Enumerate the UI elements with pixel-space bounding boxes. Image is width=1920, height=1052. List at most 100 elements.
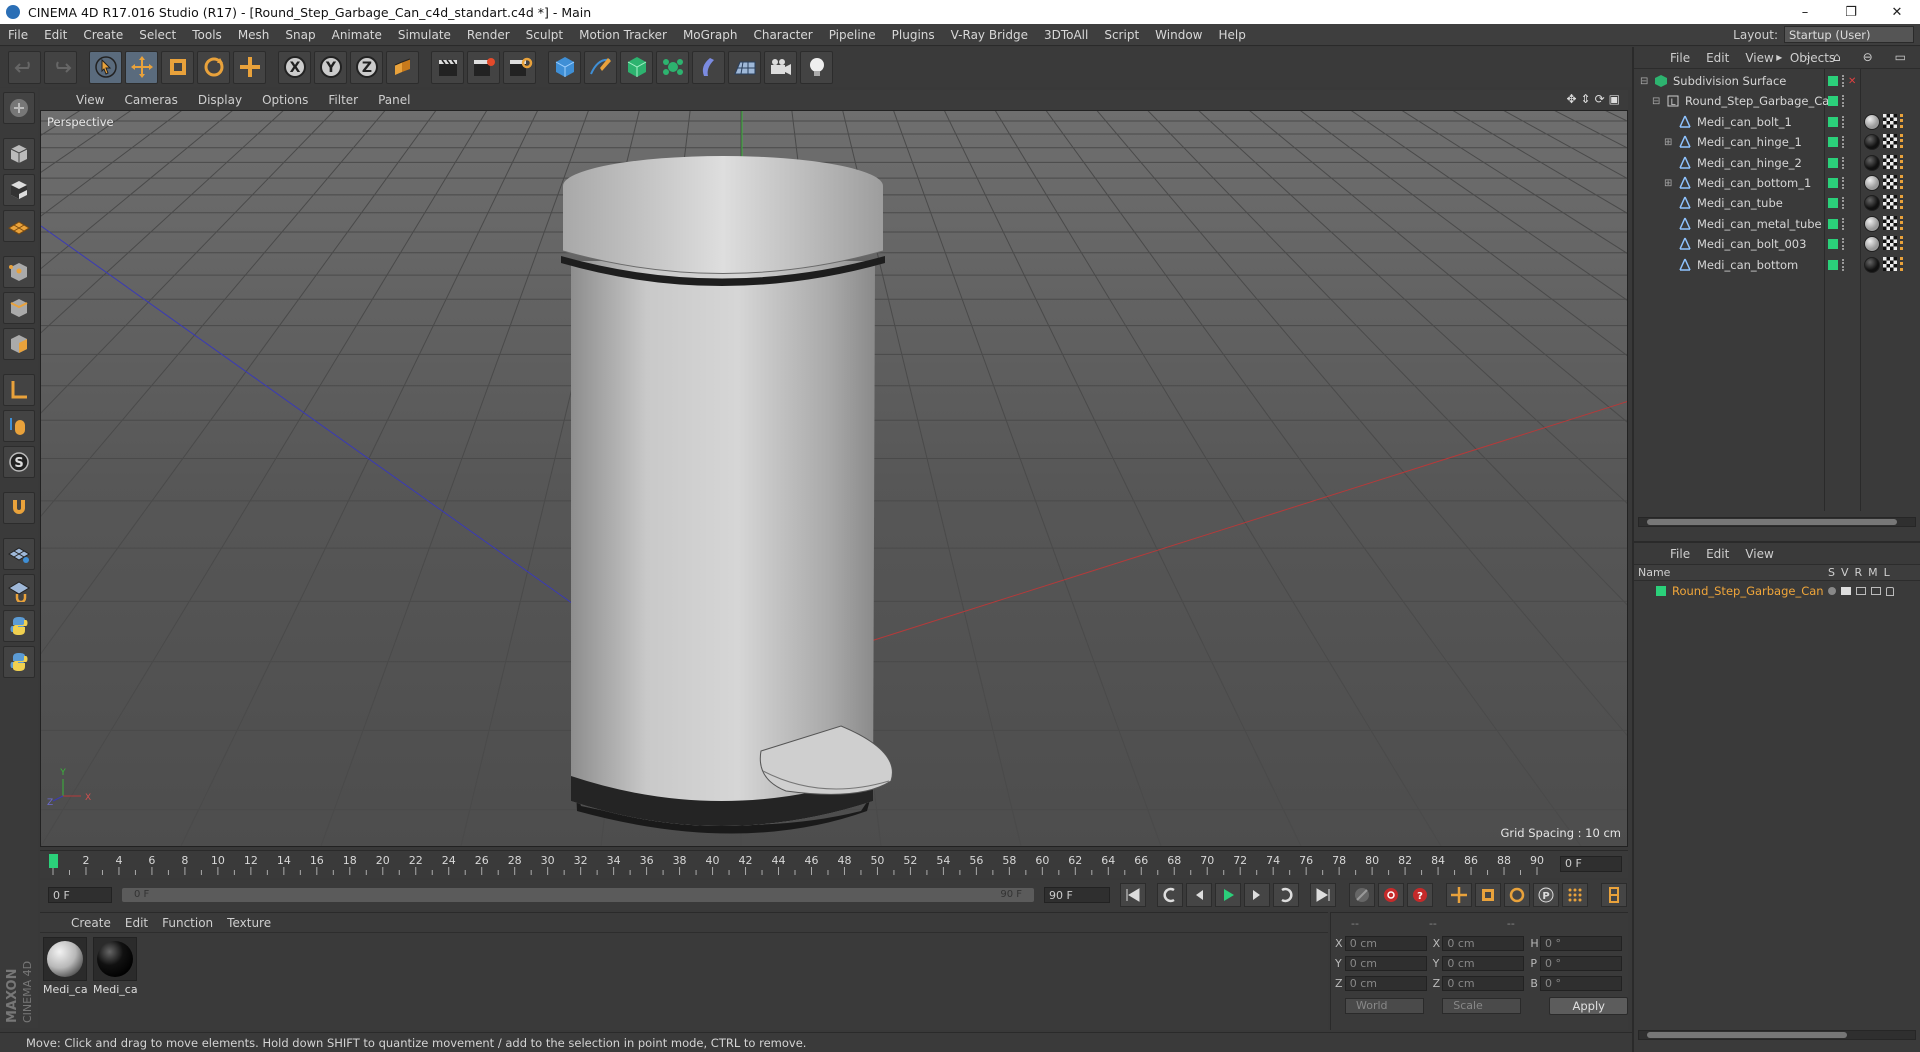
menu-help[interactable]: Help [1210,28,1253,42]
add-array-button[interactable] [656,50,689,84]
material-menu-create[interactable]: Create [64,916,118,930]
viewport-menu-view[interactable]: View [66,93,114,107]
menu-mograph[interactable]: MoGraph [675,28,746,42]
layer-color-tag[interactable] [1828,178,1838,188]
object-row[interactable]: Medi_can_tube [1634,193,1920,213]
object-row[interactable]: Medi_can_hinge_2 [1634,153,1920,173]
lock-icon[interactable] [1886,586,1894,596]
layer-color-tag[interactable] [1828,198,1838,209]
om-menu-file[interactable]: File [1662,51,1698,65]
frame-range-slider[interactable]: 0 F 90 F [122,888,1034,902]
dolly-view-icon[interactable]: ⇕ [1581,92,1591,106]
make-editable-button[interactable] [3,92,35,124]
record-button[interactable] [1378,883,1404,907]
maximize-button[interactable]: ❐ [1828,0,1874,24]
size-y-field[interactable]: 0 cm [1442,955,1525,971]
texture-tag-icon[interactable] [1883,215,1897,230]
key-pla-button[interactable] [1562,883,1588,907]
minimize-button[interactable]: – [1782,0,1828,24]
undo-button[interactable] [8,50,41,84]
render-view-button[interactable] [431,50,464,84]
coordinate-mode-dropdown[interactable]: World [1345,998,1425,1014]
menu-render[interactable]: Render [459,28,518,42]
live-selection-button[interactable] [89,50,122,84]
layer-row[interactable]: Round_Step_Garbage_Can [1634,581,1920,601]
expand-icon[interactable]: ⊞ [1664,137,1672,148]
uvw-tag-icon[interactable] [1900,154,1906,169]
menu-vray-bridge[interactable]: V-Ray Bridge [943,28,1036,42]
material-menu-texture[interactable]: Texture [220,916,278,930]
home-icon[interactable]: ⌂ [1825,50,1849,65]
add-spline-button[interactable] [584,50,617,84]
search-icon[interactable]: ⌕ [1796,50,1819,65]
key-parameter-button[interactable]: P [1533,883,1559,907]
menu-character[interactable]: Character [745,28,820,42]
material-tag-icon[interactable] [1864,195,1880,212]
visibility-dots-icon[interactable] [1842,95,1846,108]
layer-color-tag[interactable] [1828,76,1838,86]
object-row[interactable]: ⊟ Subdivision Surface ✕ [1634,71,1920,91]
material-tag-icon[interactable] [1864,215,1880,232]
lm-menu-view[interactable]: View [1737,547,1781,561]
play-forward-button[interactable] [1215,883,1241,907]
uvw-tag-icon[interactable] [1900,215,1906,230]
menu-animate[interactable]: Animate [324,28,390,42]
menu-mesh[interactable]: Mesh [230,28,278,42]
position-z-field[interactable]: 0 cm [1344,975,1427,991]
filter-icon[interactable]: ⊖ [1855,50,1881,65]
material-tag-icon[interactable] [1864,175,1880,191]
tweak-mode-button[interactable] [3,410,35,442]
uvw-tag-icon[interactable] [1900,236,1906,251]
rotation-p-field[interactable]: 0 ° [1540,955,1622,971]
maximize-view-icon[interactable]: ▣ [1609,92,1620,106]
visibility-dots-icon[interactable] [1842,136,1846,149]
python-script-button-2[interactable] [3,646,35,678]
solo-toggle-icon[interactable] [1828,587,1836,595]
texture-tag-icon[interactable] [1883,113,1897,128]
redo-button[interactable] [44,50,77,84]
layer-manager-scrollbar[interactable] [1638,1030,1916,1040]
go-to-start-button[interactable] [1120,883,1146,907]
model-mode-button[interactable] [3,138,35,170]
layer-color-tag[interactable] [1828,218,1838,229]
uvw-tag-icon[interactable] [1900,134,1906,149]
layout-dropdown[interactable]: Startup (User) [1784,26,1914,43]
texture-tag-icon[interactable] [1883,256,1897,271]
object-row[interactable]: ⊟ L Round_Step_Garbage_Can [1634,91,1920,111]
viewport-menu-panel[interactable]: Panel [368,93,420,107]
disabled-x-icon[interactable]: ✕ [1848,76,1856,87]
layer-color-tag[interactable] [1828,239,1838,250]
material-tag-icon[interactable] [1864,256,1880,273]
add-deformer-button[interactable] [692,50,725,84]
x-axis-lock-button[interactable]: X [278,50,311,84]
add-camera-button[interactable] [764,50,797,84]
points-mode-button[interactable] [3,256,35,288]
material-tag-icon[interactable] [1864,154,1880,171]
render-settings-button[interactable] [503,50,536,84]
menu-create[interactable]: Create [75,28,131,42]
move-tool-button[interactable] [125,50,158,84]
menu-select[interactable]: Select [131,28,184,42]
scale-tool-button[interactable] [161,50,194,84]
visibility-dots-icon[interactable] [1842,217,1846,230]
previous-frame-button[interactable] [1186,883,1212,907]
menu-snap[interactable]: Snap [277,28,323,42]
start-frame-field[interactable]: 0 F [48,887,112,903]
texture-mode-button[interactable] [3,174,35,206]
layer-color-tag[interactable] [1828,96,1838,107]
menu-motion-tracker[interactable]: Motion Tracker [571,28,675,42]
end-frame-field[interactable]: 90 F [1044,887,1110,903]
viewport-menu-filter[interactable]: Filter [318,93,368,107]
visibility-dots-icon[interactable] [1842,197,1846,210]
add-light-button[interactable] [800,50,833,84]
layer-color-tag[interactable] [1828,157,1838,168]
viewport-menu-cameras[interactable]: Cameras [114,93,187,107]
viewport-menu-options[interactable]: Options [252,93,318,107]
uvw-tag-icon[interactable] [1900,195,1906,210]
next-frame-button[interactable] [1244,883,1270,907]
menu-file[interactable]: File [0,28,36,42]
visible-toggle-icon[interactable] [1841,587,1851,595]
object-row[interactable]: ⊞ Medi_can_bottom_1 [1634,173,1920,193]
visibility-dots-icon[interactable] [1842,115,1846,128]
texture-tag-icon[interactable] [1883,195,1897,210]
